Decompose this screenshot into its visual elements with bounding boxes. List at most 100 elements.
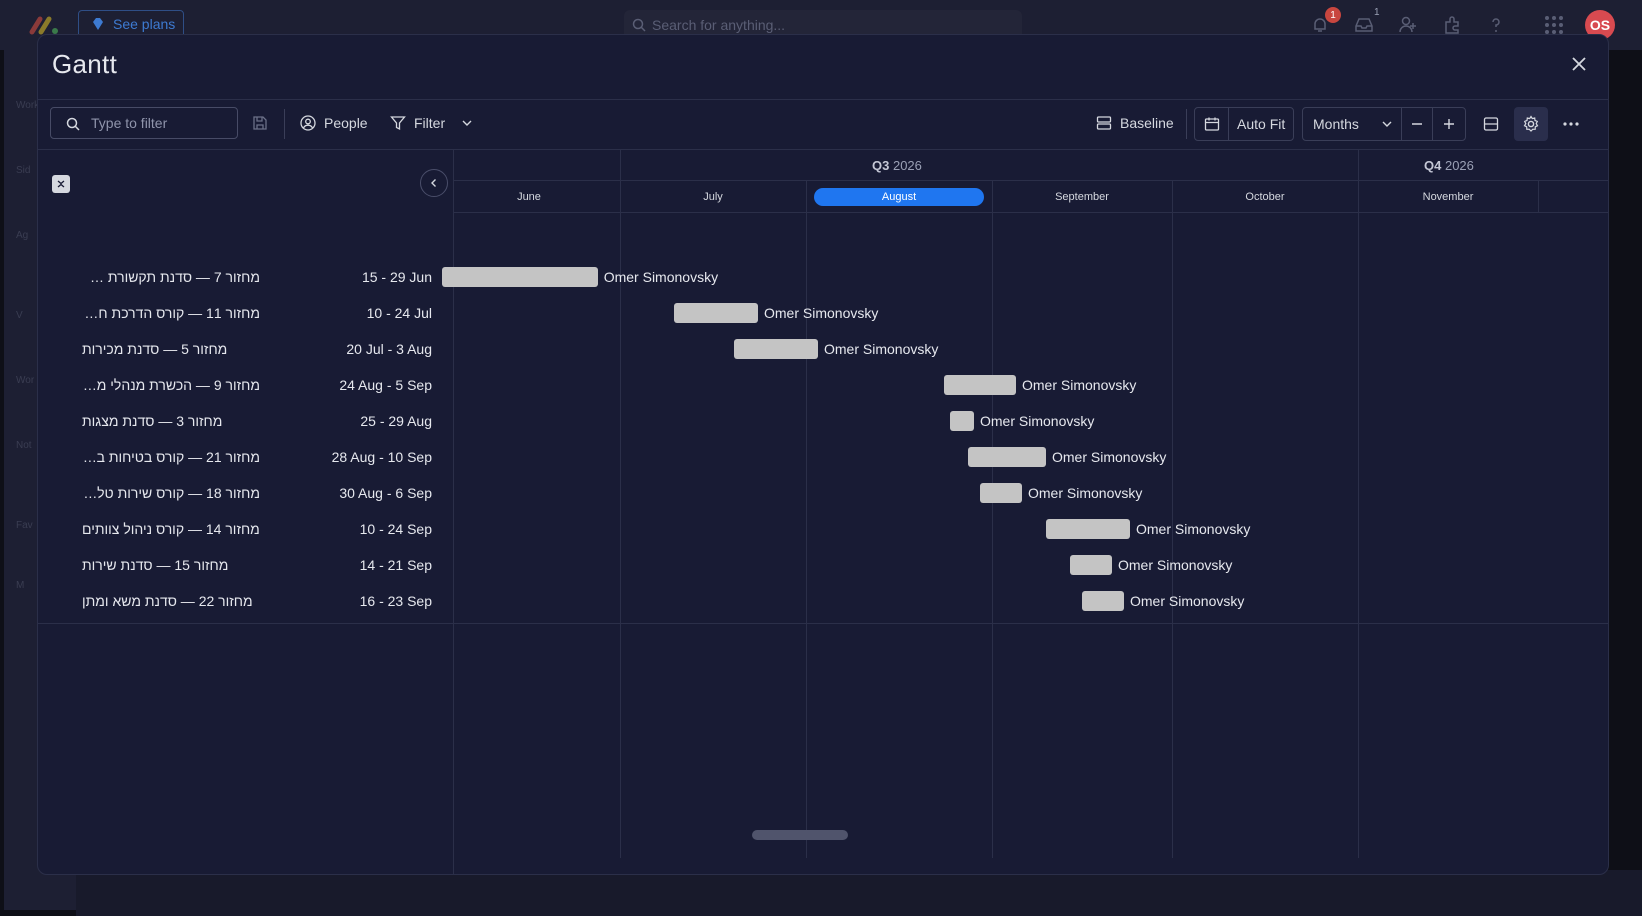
month-label: September xyxy=(1055,191,1109,203)
quarter-year: 2026 xyxy=(1444,158,1474,173)
toolbar-separator xyxy=(1186,109,1187,139)
split-view-icon xyxy=(1483,117,1499,131)
gantt-bar[interactable] xyxy=(1070,555,1112,575)
gantt-timeline: Q3 2026 Q4 2026 June July August September O… xyxy=(441,149,1608,874)
search-icon xyxy=(632,18,646,32)
item-date-range: 15 - 29 Jun xyxy=(361,269,432,285)
filter-label: Filter xyxy=(414,115,446,131)
month-label: November xyxy=(1422,191,1474,203)
calendar-icon xyxy=(1204,117,1219,131)
zoom-control: Months xyxy=(1302,107,1466,141)
item-row[interactable]: מחזור 21 — קורס בטיחות בעבודה 28 Aug - 10… xyxy=(38,439,454,475)
zoom-in-button[interactable] xyxy=(1433,107,1465,141)
rows-bottom-divider xyxy=(38,623,1608,624)
notifications-badge: 1 xyxy=(1325,7,1341,23)
bar-owner-label: Omer Simonovsky xyxy=(980,413,1095,429)
save-view-icon[interactable] xyxy=(252,115,268,131)
zoom-select[interactable]: Months xyxy=(1303,107,1402,141)
gantt-bar[interactable] xyxy=(1046,519,1130,539)
item-row[interactable]: מחזור 18 — קורס שירות טלפוני 30 Aug - 6 S… xyxy=(38,475,454,511)
item-row[interactable]: מחזור 5 — סדנת מכירות 20 Jul - 3 Aug xyxy=(38,331,454,367)
gantt-bar[interactable] xyxy=(734,339,818,359)
quarter-header: Q3 2026 Q4 2026 xyxy=(454,149,1608,181)
inbox-icon[interactable] xyxy=(1354,15,1374,35)
collapse-panel-button[interactable] xyxy=(420,169,448,197)
quarter-year: 2026 xyxy=(892,158,922,173)
gantt-bar[interactable] xyxy=(950,411,974,431)
collapse-icon xyxy=(57,180,65,188)
item-date-range: 30 Aug - 6 Sep xyxy=(339,485,432,501)
item-name: מחזור 9 — הכשרת מנהלי משמרת xyxy=(82,377,260,393)
nav-label: Work xyxy=(16,100,40,111)
nav-label: Ag xyxy=(16,230,29,241)
month-label: October xyxy=(1245,191,1285,203)
item-list-panel: מחזור 7 — סדנת תקשורת בין-אישית 15 - 29 J… xyxy=(38,149,454,874)
split-view-button[interactable] xyxy=(1474,107,1508,141)
auto-fit-button[interactable]: Auto Fit xyxy=(1229,116,1285,132)
gantt-toolbar: People Filter Baseline Auto Fit Months xyxy=(38,99,1608,149)
inbox-badge: 1 xyxy=(1374,7,1380,18)
month-label-current: August xyxy=(814,188,984,206)
filter-button[interactable]: Filter xyxy=(390,107,473,139)
minus-icon xyxy=(1412,123,1423,125)
people-filter-button[interactable]: People xyxy=(300,107,368,139)
help-icon[interactable] xyxy=(1486,15,1506,35)
bar-owner-label: Omer Simonovsky xyxy=(1118,557,1233,573)
item-name: מחזור 14 — קורס ניהול צוותים xyxy=(82,521,260,537)
gantt-bar[interactable] xyxy=(441,267,598,287)
chevron-left-icon xyxy=(431,179,436,187)
item-row[interactable]: מחזור 14 — קורס ניהול צוותים 10 - 24 Sep xyxy=(38,511,454,547)
gear-icon xyxy=(1523,115,1539,132)
chevron-down-icon[interactable] xyxy=(461,117,473,129)
item-row[interactable]: מחזור 22 — סדנת משא ומתן 16 - 23 Sep xyxy=(38,583,454,619)
nav-label: Not xyxy=(16,440,32,451)
zoom-value: Months xyxy=(1313,116,1359,132)
apps-puzzle-icon[interactable] xyxy=(1442,15,1462,35)
item-name: מחזור 5 — סדנת מכירות xyxy=(82,341,228,357)
app-grid-icon[interactable] xyxy=(1544,15,1564,35)
bar-owner-label: Omer Simonovsky xyxy=(1028,485,1143,501)
horizontal-scrollbar[interactable] xyxy=(752,830,848,840)
item-date-range: 20 Jul - 3 Aug xyxy=(346,341,432,357)
quarter-prefix: Q4 xyxy=(1424,158,1442,173)
item-row[interactable]: מחזור 15 — סדנת שירות 14 - 21 Sep xyxy=(38,547,454,583)
gantt-bar[interactable] xyxy=(968,447,1046,467)
bar-owner-label: Omer Simonovsky xyxy=(824,341,939,357)
gantt-bar[interactable] xyxy=(1082,591,1124,611)
collapse-all-button[interactable] xyxy=(52,175,70,193)
settings-button[interactable] xyxy=(1514,107,1548,141)
toolbar-separator xyxy=(284,109,285,139)
gantt-bar[interactable] xyxy=(980,483,1022,503)
baseline-label: Baseline xyxy=(1120,115,1174,131)
item-name: מחזור 3 — סדנת מצגות xyxy=(82,413,223,429)
gantt-modal: Gantt People Filter Baseline Auto Fit xyxy=(37,34,1609,875)
gantt-bar[interactable] xyxy=(674,303,758,323)
board-background xyxy=(76,870,1642,916)
invite-members-icon[interactable] xyxy=(1398,15,1418,35)
zoom-out-button[interactable] xyxy=(1402,107,1434,141)
item-row[interactable]: מחזור 11 — קורס הדרכת חדשים 10 - 24 Jul xyxy=(38,295,454,331)
today-button[interactable] xyxy=(1195,107,1229,141)
baseline-button[interactable]: Baseline xyxy=(1096,107,1174,139)
nav-label: V xyxy=(16,310,23,321)
monday-logo-icon xyxy=(29,16,58,35)
bar-owner-label: Omer Simonovsky xyxy=(1130,593,1245,609)
month-gridline xyxy=(1538,181,1539,213)
item-date-range: 24 Aug - 5 Sep xyxy=(339,377,432,393)
bar-owner-label: Omer Simonovsky xyxy=(1022,377,1137,393)
global-search-placeholder: Search for anything... xyxy=(652,17,786,33)
quarter-label-q4: Q4 2026 xyxy=(1424,158,1474,173)
auto-fit-group: Auto Fit xyxy=(1194,107,1294,141)
item-row[interactable]: מחזור 9 — הכשרת מנהלי משמרת 24 Aug - 5 Se… xyxy=(38,367,454,403)
diamond-icon xyxy=(93,18,103,30)
more-options-button[interactable] xyxy=(1554,107,1588,141)
month-header: June July August September October November xyxy=(454,181,1608,213)
close-button[interactable] xyxy=(1568,53,1590,75)
gantt-bar[interactable] xyxy=(944,375,1016,395)
more-horizontal-icon xyxy=(1563,122,1579,126)
nav-label: Fav xyxy=(16,520,33,531)
item-row[interactable]: מחזור 3 — סדנת מצגות 25 - 29 Aug xyxy=(38,403,454,439)
bar-owner-label: Omer Simonovsky xyxy=(603,269,719,285)
item-date-range: 14 - 21 Sep xyxy=(359,557,432,573)
item-row[interactable]: מחזור 7 — סדנת תקשורת בין-אישית 15 - 29 J… xyxy=(38,259,454,295)
